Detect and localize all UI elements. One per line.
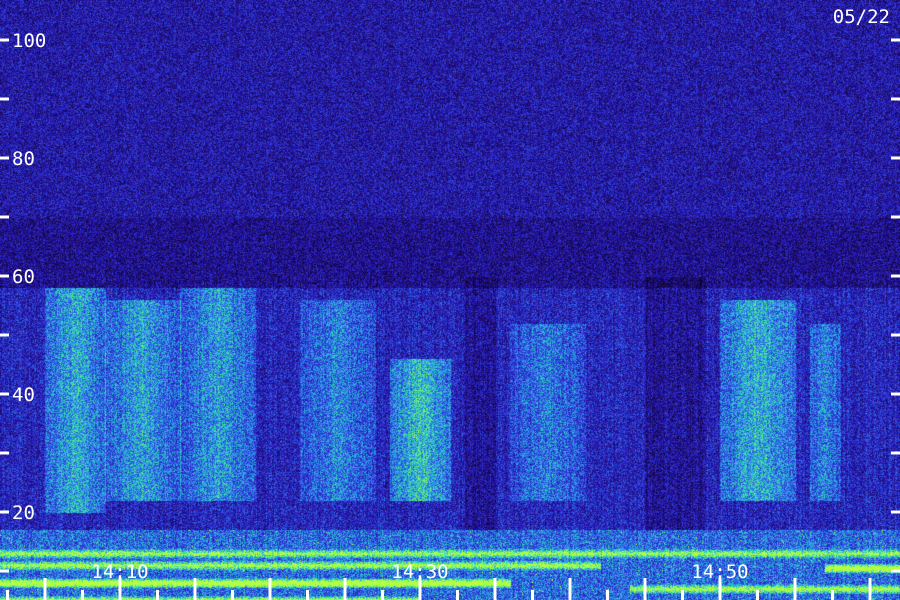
y-tick-label: 20	[12, 502, 35, 524]
x-tick-label: 14:30	[391, 561, 448, 583]
x-tick-label: 14:10	[91, 561, 148, 583]
axis-overlay: 20 40 60 80 100 14:10 14:30 14:50 05/22	[0, 6, 900, 600]
y-tick-label: 80	[12, 148, 35, 170]
y-tick-label: 100	[12, 30, 46, 52]
y-axis-right	[891, 38, 900, 573]
y-tick-label: 60	[12, 266, 35, 288]
y-axis-left: 20 40 60 80 100	[0, 30, 46, 573]
x-axis: 14:10 14:30 14:50	[6, 561, 872, 600]
y-tick-label: 40	[12, 384, 35, 406]
x-tick-label: 14:50	[691, 561, 748, 583]
date-label: 05/22	[833, 6, 890, 28]
